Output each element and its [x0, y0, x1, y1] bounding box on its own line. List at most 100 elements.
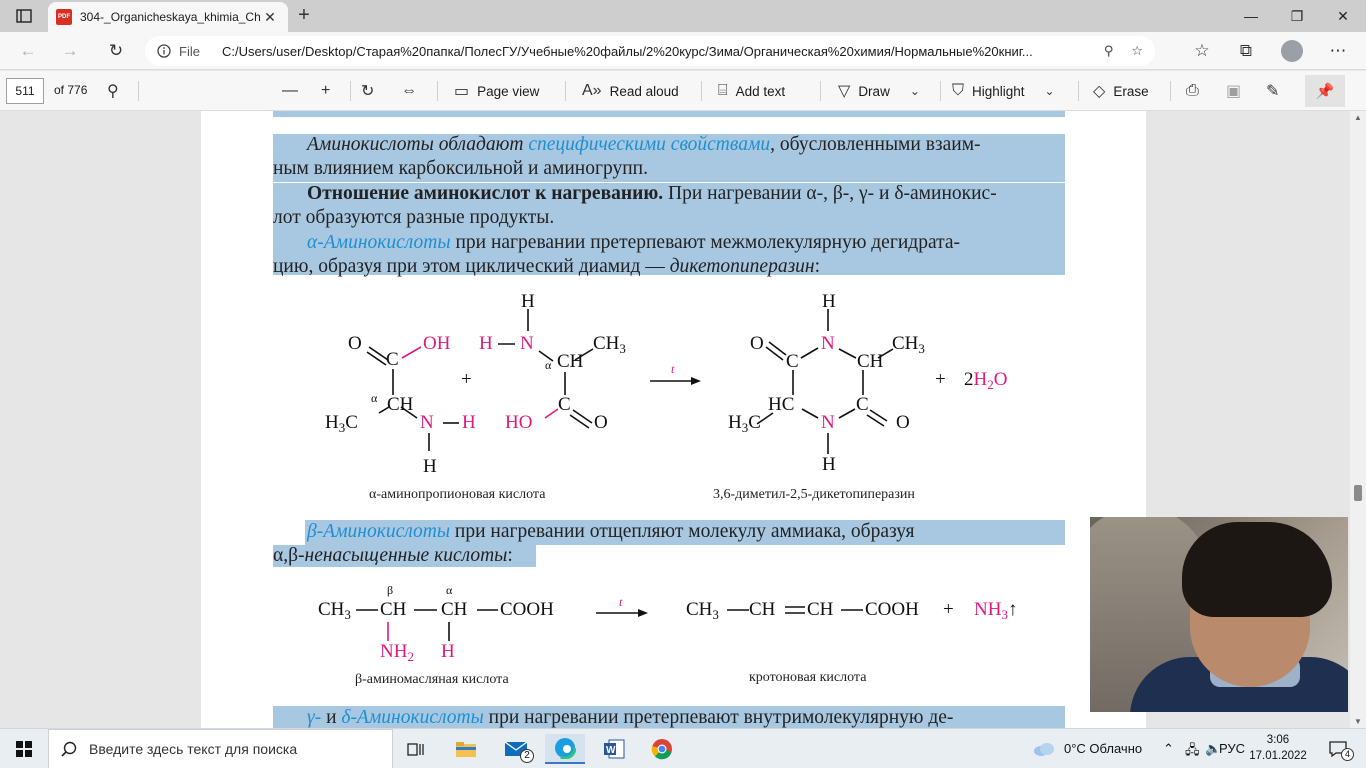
mail-badge: 2 [520, 749, 534, 763]
print-button[interactable]: ⎙ [1186, 79, 1199, 103]
term-gamma: γ- [307, 707, 322, 728]
pin-toolbar-button[interactable]: 📌 [1305, 75, 1345, 107]
chrome-button[interactable] [644, 734, 680, 764]
address-bar[interactable]: File C:/Users/user/Desktop/Старая%20папк… [145, 36, 1155, 66]
save-as-icon: ✎ [1266, 83, 1280, 100]
rotate-icon: ↻ [361, 83, 375, 100]
vertical-scrollbar[interactable]: ▲ ▼ [1350, 111, 1366, 728]
text: при нагревании претерпевают внутримолеку… [483, 707, 954, 728]
favorite-add-icon[interactable]: ☆ [1131, 43, 1143, 59]
new-tab-button[interactable]: + [292, 5, 316, 27]
forward-arrow-icon: → [61, 41, 79, 60]
info-icon [157, 44, 171, 58]
highlight-label: Highlight [972, 83, 1025, 99]
highlighter-icon: ⛉ [952, 82, 965, 99]
chevron-down-icon[interactable]: ⌄ [1045, 84, 1055, 98]
reaction2-bonds [356, 606, 863, 641]
tab-close-button[interactable]: ✕ [260, 9, 280, 26]
zoom-out-button[interactable]: — [282, 79, 298, 103]
page-view-button[interactable]: ▭ Page view [454, 79, 539, 103]
draw-pen-icon: ▽ [838, 83, 851, 100]
network-icon[interactable]: 🖧 [1185, 741, 1200, 763]
refresh-button[interactable]: ↻ [102, 38, 130, 64]
add-text-icon: ⌸ [718, 82, 728, 99]
clock-date: 17.01.2022 [1249, 750, 1307, 762]
term-delta-amino: δ-Аминокислоты [341, 707, 484, 728]
back-button[interactable]: ← [14, 38, 42, 64]
favorites-icon: ☆ [1194, 41, 1210, 60]
read-aloud-label: Read aloud [609, 83, 679, 99]
collections-icon: ⧉ [1239, 41, 1253, 60]
word-button[interactable]: W [596, 734, 632, 764]
language-indicator[interactable]: РУС [1219, 741, 1245, 756]
printer-icon: ⎙ [1186, 82, 1199, 99]
minus-icon: — [282, 82, 298, 99]
atom-ch: CH [441, 599, 468, 620]
mail-button[interactable]: 2 [498, 734, 534, 764]
tab-actions-icon [16, 9, 32, 23]
scroll-thumb[interactable] [1354, 485, 1362, 501]
group-cooh: COOH [500, 599, 554, 620]
weather-text[interactable]: 0°C Облачно [1064, 741, 1142, 756]
pdf-file-icon: PDF [56, 9, 72, 25]
forward-button[interactable]: → [56, 38, 84, 64]
save-icon: ▣ [1226, 83, 1242, 100]
zoom-icon[interactable]: ⚲ [1104, 43, 1114, 59]
chevron-down-icon[interactable]: ⌄ [910, 84, 920, 98]
add-text-button[interactable]: ⌸ Add text [718, 79, 785, 103]
divider [820, 81, 821, 101]
group-ch3: CH3 [686, 599, 719, 622]
save-button[interactable]: ▣ [1226, 79, 1241, 103]
plus-sign: + [943, 599, 954, 620]
tab-actions-button[interactable] [8, 5, 40, 27]
tray-chevron-icon[interactable]: ⌃ [1163, 741, 1174, 757]
scroll-down-icon[interactable]: ▼ [1354, 717, 1362, 726]
tab-pdf-document[interactable]: PDF 304-_Organicheskaya_khimia_Ch ✕ [48, 2, 288, 32]
notifications-button[interactable]: 4 [1318, 734, 1358, 764]
pdf-toolbar: 511 of 776 ⚲ — + ↻ ⇔ ▭ Page view A» Read… [0, 71, 1366, 111]
eraser-icon: ◇ [1093, 83, 1106, 100]
page-number-input[interactable]: 511 [6, 78, 44, 104]
minimize-button[interactable]: — [1228, 0, 1274, 32]
navigation-bar: ← → ↻ File C:/Users/user/Desktop/Старая%… [0, 32, 1366, 70]
restore-button[interactable]: ❐ [1274, 0, 1320, 32]
highlight-button[interactable]: ⛉ Highlight ⌄ [952, 79, 1055, 103]
save-as-button[interactable]: ✎ [1266, 79, 1279, 103]
zoom-in-button[interactable]: + [321, 79, 330, 103]
divider [701, 81, 702, 101]
more-dots-icon: ⋯ [1329, 41, 1347, 60]
task-view-button[interactable] [398, 734, 434, 764]
favorites-button[interactable]: ☆ [1188, 38, 1216, 64]
rotate-button[interactable]: ↻ [361, 79, 374, 103]
weather-button[interactable] [1030, 734, 1058, 764]
search-icon [61, 741, 77, 757]
taskbar-search-box[interactable]: Введите здесь текст для поиска [48, 729, 393, 768]
paragraph-gamma-delta: γ- и δ-Аминокислоты при нагревании прете… [273, 706, 1065, 728]
edge-icon [554, 737, 576, 759]
search-placeholder: Введите здесь текст для поиска [89, 741, 298, 757]
taskbar: Введите здесь текст для поиска 2 W 0°C О… [0, 728, 1366, 768]
start-button[interactable] [0, 729, 48, 768]
fit-page-button[interactable]: ⇔ [401, 79, 417, 103]
scroll-up-icon[interactable]: ▲ [1354, 113, 1362, 122]
plus-icon: + [321, 82, 331, 99]
tab-title: 304-_Organicheskaya_khimia_Ch [80, 10, 260, 24]
atom-ch: CH [807, 599, 834, 620]
erase-button[interactable]: ◇ Erase [1093, 79, 1149, 103]
text: и [321, 707, 342, 728]
file-explorer-button[interactable] [448, 734, 484, 764]
close-window-button[interactable]: ✕ [1320, 0, 1366, 32]
url-text[interactable]: C:/Users/user/Desktop/Старая%20папка/Пол… [222, 44, 1094, 59]
collections-button[interactable]: ⧉ [1232, 38, 1260, 64]
profile-avatar[interactable] [1281, 40, 1303, 62]
settings-menu-button[interactable]: ⋯ [1324, 38, 1352, 64]
read-aloud-button[interactable]: A» Read aloud [582, 79, 679, 103]
page-count: of 776 [54, 83, 88, 97]
search-button[interactable]: ⚲ [107, 79, 119, 103]
draw-button[interactable]: ▽ Draw ⌄ [838, 79, 920, 103]
divider [940, 81, 941, 101]
edge-browser-button[interactable] [545, 734, 585, 764]
notification-count: 4 [1341, 748, 1354, 761]
pdf-page: Аминокислоты обладают специфическими сво… [201, 111, 1146, 728]
system-clock[interactable]: 3:06 17.01.2022 [1248, 732, 1308, 764]
